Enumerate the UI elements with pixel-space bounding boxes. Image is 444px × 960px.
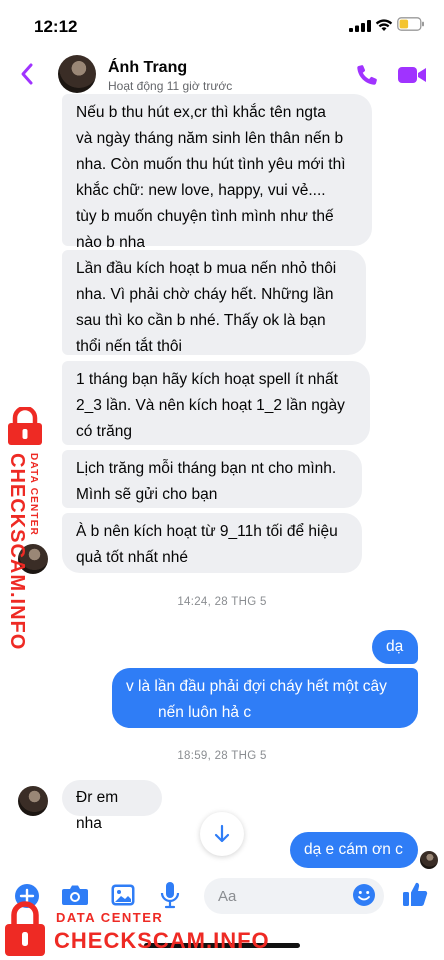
message-bubble-outgoing[interactable]: dạ <box>372 630 418 664</box>
timestamp: 18:59, 28 THG 5 <box>177 750 267 762</box>
message-line: sau thì ko cần b nhé. Thấy ok là bạn <box>76 312 326 329</box>
message-bubble-incoming[interactable]: Lịch trăng mỗi tháng bạn nt cho mình. Mì… <box>62 450 362 508</box>
scroll-to-bottom-button[interactable] <box>200 812 244 856</box>
watermark-side: CHECKSCAM.INFO DATA CENTER <box>2 407 48 650</box>
message-bubble-outgoing[interactable]: dạ e cám ơn c <box>290 832 418 868</box>
message-line: và ngày tháng năm sinh lên thân nến b <box>76 130 344 147</box>
message-bubble-incoming[interactable]: Nếu b thu hút ex,cr thì khắc tên ngta và… <box>62 94 372 251</box>
message-bubble-incoming[interactable]: Đr em nha <box>62 780 162 832</box>
timestamp: 14:24, 28 THG 5 <box>177 596 267 608</box>
watermark-caption: DATA CENTER <box>28 453 39 537</box>
watermark-caption: DATA CENTER <box>56 910 164 925</box>
message-line: quả tốt nhất nhé <box>76 549 189 566</box>
sender-avatar[interactable] <box>18 786 48 816</box>
message-bubble-incoming[interactable]: Lần đầu kích hoạt b mua nến nhỏ thôi nha… <box>62 250 366 355</box>
chat-header: Ánh Trang Hoạt động 11 giờ trước <box>0 50 444 98</box>
message-line: khắc chữ: new love, happy, vui vẻ.... <box>76 182 326 199</box>
message-line: nha. Vì phải chờ cháy hết. Những lần <box>76 286 334 303</box>
message-line: tùy b muốn chuyện tình mình như thế <box>76 208 334 225</box>
watermark-bottom: DATA CENTER CHECKSCAM.INFO <box>0 898 300 960</box>
message-line: 2_3 lần. Và nên kích hoạt 1_2 lần ngày <box>76 397 345 414</box>
message-line: Lịch trăng mỗi tháng bạn nt cho mình. <box>76 460 337 477</box>
wifi-icon <box>375 19 393 31</box>
status-bar: 12:12 <box>0 0 444 50</box>
phone-icon[interactable] <box>355 63 379 87</box>
signal-icon <box>349 20 371 32</box>
message-bubble-outgoing[interactable]: v là lần đầu phải đợi cháy hết một cây n… <box>112 668 418 728</box>
message-bubble-incoming[interactable]: À b nên kích hoạt từ 9_11h tối để hiệu q… <box>62 513 362 573</box>
message-line: À b nên kích hoạt từ 9_11h tối để hiệu <box>76 523 338 540</box>
message-line: thổi nến tắt thôi <box>76 338 182 355</box>
battery-icon <box>397 17 424 31</box>
message-line: Lần đầu kích hoạt b mua nến nhỏ thôi <box>76 260 337 277</box>
message-line: v là lần đầu phải đợi cháy hết một cây <box>126 678 387 695</box>
video-camera-icon[interactable] <box>397 65 427 85</box>
message-line: Đr em nha <box>76 789 119 832</box>
seen-indicator-avatar <box>420 851 438 869</box>
contact-name[interactable]: Ánh Trang <box>108 59 187 77</box>
message-line: 1 tháng bạn hãy kích hoạt spell ít nhất <box>76 371 338 388</box>
message-line: Nếu b thu hút ex,cr thì khắc tên ngta <box>76 104 326 121</box>
message-line: dạ e cám ơn c <box>304 841 403 858</box>
message-bubble-incoming[interactable]: 1 tháng bạn hãy kích hoạt spell ít nhất … <box>62 361 370 445</box>
message-line: có trăng <box>76 423 133 440</box>
active-status: Hoạt động 11 giờ trước <box>108 79 233 93</box>
contact-avatar[interactable] <box>58 55 96 93</box>
thumbs-up-icon[interactable] <box>401 880 429 908</box>
lock-icon <box>8 407 42 445</box>
watermark-text: CHECKSCAM.INFO <box>54 928 270 953</box>
message-line: nến luôn hả c <box>158 704 252 721</box>
arrow-down-icon <box>214 824 230 843</box>
lock-icon <box>5 901 45 956</box>
message-line: dạ <box>386 638 404 655</box>
message-list[interactable]: Nếu b thu hút ex,cr thì khắc tên ngta và… <box>0 94 444 870</box>
chevron-left-icon[interactable] <box>18 62 36 86</box>
watermark-text: CHECKSCAM.INFO <box>6 453 28 651</box>
emoji-icon[interactable] <box>352 883 376 907</box>
message-line: Mình sẽ gửi cho bạn <box>76 486 218 503</box>
message-line: nha. Còn muốn thu hút tình yêu mới thì <box>76 156 346 173</box>
status-time: 12:12 <box>34 17 78 36</box>
